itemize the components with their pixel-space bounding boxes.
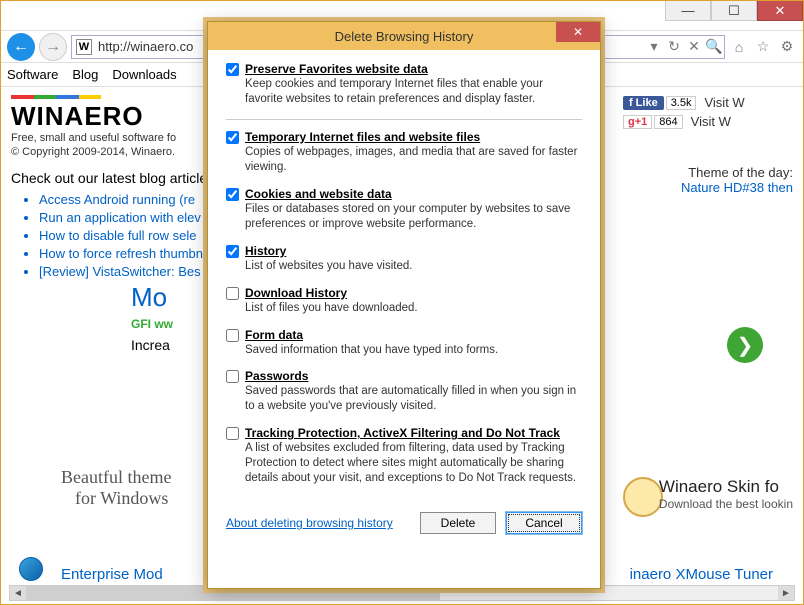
stop-icon[interactable]: ✕ (684, 37, 704, 57)
option-checkbox[interactable] (226, 131, 239, 144)
option-row: Tracking Protection, ActiveX Filtering a… (226, 426, 582, 486)
option-checkbox[interactable] (226, 63, 239, 76)
option-desc: Keep cookies and temporary Internet file… (245, 77, 582, 107)
option-label: Form data (245, 328, 582, 342)
option-checkbox[interactable] (226, 329, 239, 342)
fb-count: 3.5k (666, 96, 697, 110)
skin-title: Winaero Skin fo (659, 477, 793, 497)
gplus-button[interactable]: g+1 (623, 115, 652, 129)
search-icon[interactable]: 🔍 (704, 37, 724, 57)
option-label: Tracking Protection, ActiveX Filtering a… (245, 426, 582, 440)
option-desc: List of files you have downloaded. (245, 301, 582, 316)
browser-window: — ☐ ✕ ← → W http://winaero.co ▾ ↻ ✕ 🔍 ⌂ … (0, 0, 804, 605)
window-close-button[interactable]: ✕ (757, 1, 803, 21)
scroll-right-icon[interactable]: ► (778, 586, 794, 600)
theme-of-day-label: Theme of the day: (623, 165, 793, 180)
option-desc: Files or databases stored on your comput… (245, 202, 582, 232)
gplus-row: g+1 864 Visit W (623, 114, 793, 129)
favorites-icon[interactable]: ☆ (753, 37, 773, 57)
theme-link[interactable]: Nature HD#38 then (623, 180, 793, 195)
clock-icon (623, 477, 663, 517)
dialog-title: Delete Browsing History (335, 29, 474, 44)
site-favicon: W (76, 39, 92, 55)
logo-colorstrip (11, 95, 101, 99)
bottom-link[interactable]: Enterprise Mod (61, 566, 163, 583)
option-row: Temporary Internet files and website fil… (226, 130, 582, 175)
cancel-button[interactable]: Cancel (506, 512, 582, 534)
delete-history-dialog: Delete Browsing History ✕ Preserve Favor… (207, 21, 601, 589)
option-row: Download HistoryList of files you have d… (226, 286, 582, 316)
option-label: Cookies and website data (245, 187, 582, 201)
menu-downloads[interactable]: Downloads (112, 67, 176, 82)
gear-icon[interactable]: ⚙ (777, 37, 797, 57)
gplus-count: 864 (654, 115, 682, 129)
option-row: Form dataSaved information that you have… (226, 328, 582, 358)
option-desc: Copies of webpages, images, and media th… (245, 145, 582, 175)
option-checkbox[interactable] (226, 427, 239, 440)
home-icon[interactable]: ⌂ (729, 37, 749, 57)
dialog-close-button[interactable]: ✕ (556, 22, 600, 42)
visit-text: Visit W (704, 95, 744, 110)
delete-button[interactable]: Delete (420, 512, 496, 534)
option-label: Passwords (245, 369, 582, 383)
maximize-button[interactable]: ☐ (711, 1, 757, 21)
option-label: Download History (245, 286, 582, 300)
option-checkbox[interactable] (226, 370, 239, 383)
next-arrow-icon[interactable]: ❯ (727, 327, 763, 363)
promo-text: Beautful theme for Windows (61, 467, 171, 509)
scroll-left-icon[interactable]: ◄ (10, 586, 26, 600)
about-link[interactable]: About deleting browsing history (226, 516, 410, 530)
fb-like-row: fLike 3.5k Visit W (623, 95, 793, 110)
ie-icon (19, 557, 43, 581)
option-label: Preserve Favorites website data (245, 62, 582, 76)
menu-software[interactable]: Software (7, 67, 58, 82)
option-row: PasswordsSaved passwords that are automa… (226, 369, 582, 414)
option-label: History (245, 244, 582, 258)
dialog-footer: About deleting browsing history Delete C… (208, 506, 600, 544)
option-desc: A list of websites excluded from filteri… (245, 441, 582, 486)
right-column: fLike 3.5k Visit W g+1 864 Visit W Theme… (623, 95, 793, 195)
option-row: HistoryList of websites you have visited… (226, 244, 582, 274)
visit-text: Visit W (691, 114, 731, 129)
skin-download-text: Download the best lookin (659, 497, 793, 511)
option-row: Preserve Favorites website dataKeep cook… (226, 62, 582, 107)
skin-column: Winaero Skin fo Download the best lookin (659, 477, 793, 511)
option-checkbox[interactable] (226, 287, 239, 300)
dialog-body: Preserve Favorites website dataKeep cook… (208, 50, 600, 506)
option-checkbox[interactable] (226, 245, 239, 258)
option-desc: Saved information that you have typed in… (245, 343, 582, 358)
back-button[interactable]: ← (7, 33, 35, 61)
option-row: Cookies and website dataFiles or databas… (226, 187, 582, 232)
menu-blog[interactable]: Blog (72, 67, 98, 82)
option-desc: List of websites you have visited. (245, 259, 582, 274)
option-label: Temporary Internet files and website fil… (245, 130, 582, 144)
minimize-button[interactable]: — (665, 1, 711, 21)
option-checkbox[interactable] (226, 188, 239, 201)
dialog-titlebar: Delete Browsing History ✕ (208, 22, 600, 50)
option-desc: Saved passwords that are automatically f… (245, 384, 582, 414)
dropdown-icon[interactable]: ▾ (644, 37, 664, 57)
fb-like-button[interactable]: fLike (623, 96, 664, 110)
forward-button[interactable]: → (39, 33, 67, 61)
refresh-icon[interactable]: ↻ (664, 37, 684, 57)
bottom-link-2[interactable]: inaero XMouse Tuner (630, 566, 773, 583)
